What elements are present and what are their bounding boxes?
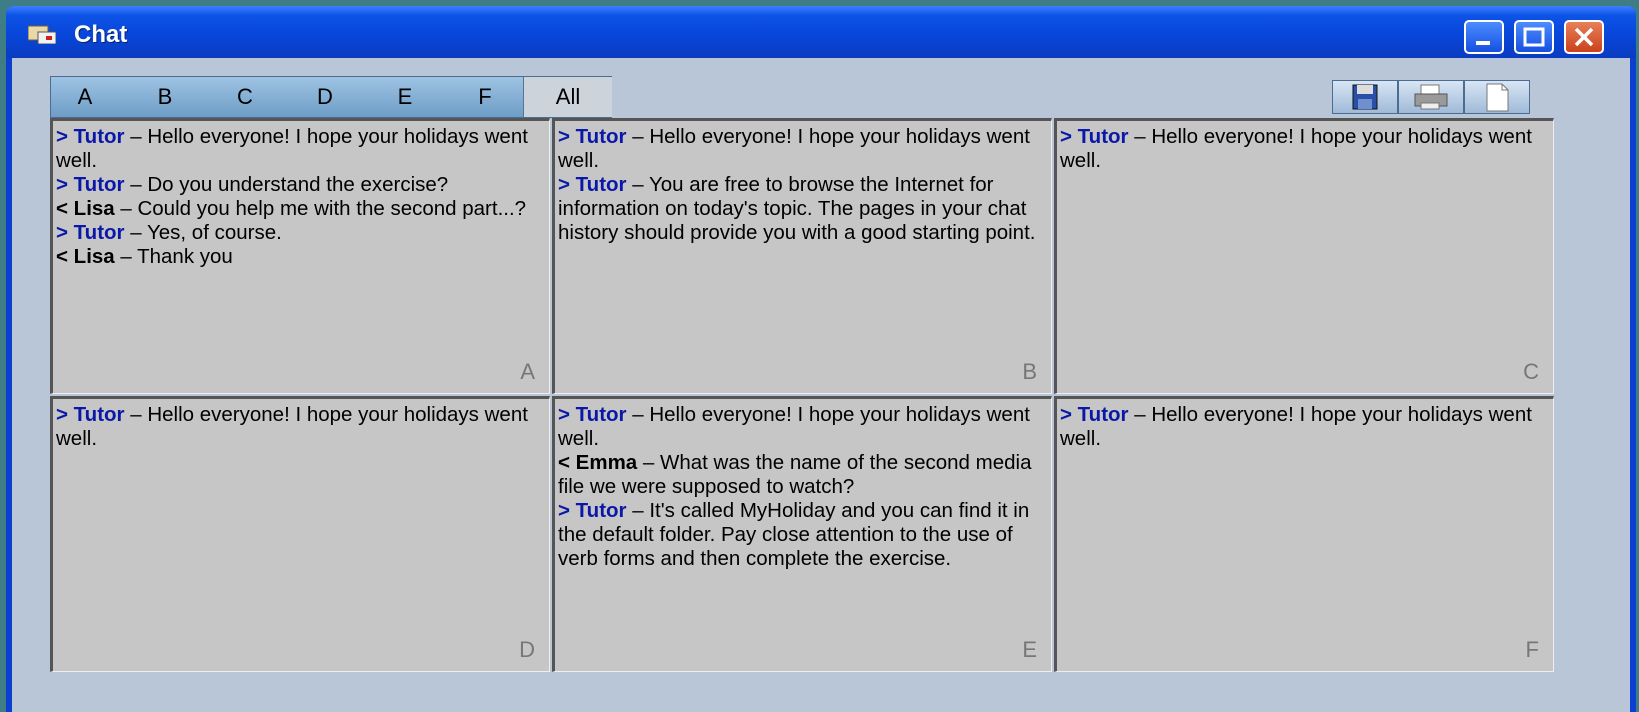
new-document-icon: [1486, 83, 1509, 112]
tab-c[interactable]: C: [225, 83, 265, 111]
chat-message: > Tutor – Hello everyone! I hope your ho…: [56, 125, 549, 173]
chat-message: > Tutor – You are free to browse the Int…: [558, 173, 1051, 245]
tab-b[interactable]: B: [145, 83, 185, 111]
chat-message: < Emma – What was the name of the second…: [558, 451, 1051, 499]
save-button[interactable]: [1332, 80, 1398, 114]
chat-client-area: A B C D E F All > Tutor – Hello everyone…: [12, 58, 1630, 712]
tab-e[interactable]: E: [385, 83, 425, 111]
close-button[interactable]: [1564, 20, 1604, 54]
message-sender: > Tutor: [56, 173, 125, 196]
message-text: – Hello everyone! I hope your holidays w…: [56, 403, 528, 450]
message-text: – Do you understand the exercise?: [124, 173, 449, 196]
tab-f[interactable]: F: [465, 83, 505, 111]
new-document-button[interactable]: [1464, 80, 1530, 114]
panel-letter-label: E: [1022, 637, 1037, 662]
panel-tab-bar: A B C D E F All: [50, 76, 612, 118]
minimize-button[interactable]: [1464, 20, 1504, 54]
message-text: – Thank you: [114, 245, 233, 268]
chat-message: > Tutor – Hello everyone! I hope your ho…: [1060, 125, 1553, 173]
message-text: – It's called MyHoliday and you can find…: [558, 499, 1030, 570]
message-sender: > Tutor: [558, 125, 627, 148]
print-icon: [1414, 84, 1448, 110]
chat-message: > Tutor – It's called MyHoliday and you …: [558, 499, 1051, 571]
tab-all[interactable]: All: [523, 77, 612, 117]
message-sender: < Lisa: [56, 245, 115, 268]
save-icon: [1352, 84, 1378, 110]
chat-panel-f[interactable]: > Tutor – Hello everyone! I hope your ho…: [1054, 396, 1554, 672]
close-icon: [1574, 27, 1594, 47]
title-bar[interactable]: Chat: [6, 6, 1636, 58]
tab-a[interactable]: A: [65, 83, 105, 111]
chat-message: > Tutor – Hello everyone! I hope your ho…: [558, 125, 1051, 173]
chat-window: Chat A B C D E F All > Tutor – Hello eve…: [6, 6, 1636, 712]
message-text: – You are free to browse the Internet fo…: [558, 173, 1036, 244]
message-sender: > Tutor: [1060, 125, 1129, 148]
message-sender: > Tutor: [56, 221, 125, 244]
maximize-button[interactable]: [1514, 20, 1554, 54]
print-button[interactable]: [1398, 80, 1464, 114]
chat-panel-a[interactable]: > Tutor – Hello everyone! I hope your ho…: [50, 118, 550, 394]
message-sender: > Tutor: [558, 499, 627, 522]
message-sender: > Tutor: [56, 403, 125, 426]
message-text: – Hello everyone! I hope your holidays w…: [56, 125, 528, 172]
message-sender: < Lisa: [56, 197, 115, 220]
message-text: – Hello everyone! I hope your holidays w…: [558, 125, 1030, 172]
message-text: – Hello everyone! I hope your holidays w…: [1060, 403, 1532, 450]
chat-panel-b[interactable]: > Tutor – Hello everyone! I hope your ho…: [552, 118, 1052, 394]
chat-message: < Lisa – Thank you: [56, 245, 549, 269]
window-title: Chat: [74, 21, 128, 48]
minimize-icon: [1476, 41, 1490, 45]
message-text: – Hello everyone! I hope your holidays w…: [1060, 125, 1532, 172]
message-sender: > Tutor: [558, 403, 627, 426]
chat-message: > Tutor – Hello everyone! I hope your ho…: [56, 403, 549, 451]
chat-app-icon: [28, 25, 56, 44]
chat-panel-c[interactable]: > Tutor – Hello everyone! I hope your ho…: [1054, 118, 1554, 394]
message-text: – Could you help me with the second part…: [114, 197, 527, 220]
message-sender: > Tutor: [558, 173, 627, 196]
message-text: – Yes, of course.: [124, 221, 282, 244]
message-sender: < Emma: [558, 451, 638, 474]
tab-d[interactable]: D: [305, 83, 345, 111]
panel-letter-label: C: [1523, 359, 1539, 384]
message-sender: > Tutor: [1060, 403, 1129, 426]
message-text: – Hello everyone! I hope your holidays w…: [558, 403, 1030, 450]
panel-letter-label: D: [519, 637, 535, 662]
panel-letter-label: A: [520, 359, 535, 384]
chat-message: > Tutor – Hello everyone! I hope your ho…: [1060, 403, 1553, 451]
panel-letter-label: B: [1022, 359, 1037, 384]
chat-message: > Tutor – Do you understand the exercise…: [56, 173, 549, 197]
chat-panel-d[interactable]: > Tutor – Hello everyone! I hope your ho…: [50, 396, 550, 672]
message-sender: > Tutor: [56, 125, 125, 148]
chat-message: > Tutor – Yes, of course.: [56, 221, 549, 245]
panel-letter-label: F: [1525, 637, 1539, 662]
maximize-icon: [1523, 27, 1545, 47]
chat-message: > Tutor – Hello everyone! I hope your ho…: [558, 403, 1051, 451]
chat-panel-e[interactable]: > Tutor – Hello everyone! I hope your ho…: [552, 396, 1052, 672]
chat-message: < Lisa – Could you help me with the seco…: [56, 197, 549, 221]
